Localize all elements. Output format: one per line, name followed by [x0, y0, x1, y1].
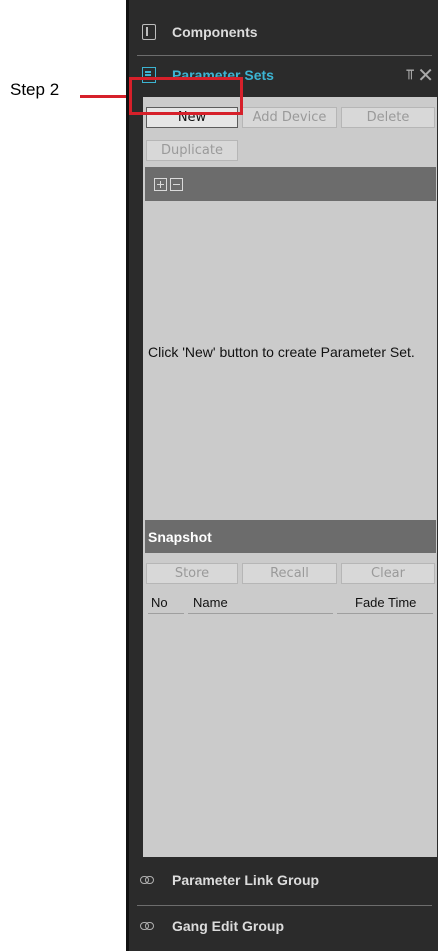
- parameter-sets-content: New Add Device Delete Duplicate Click 'N…: [143, 97, 437, 857]
- close-icon[interactable]: ✕: [417, 63, 434, 88]
- column-no-underline: [148, 613, 184, 614]
- column-no[interactable]: No: [151, 595, 168, 610]
- add-device-button[interactable]: Add Device: [242, 107, 337, 128]
- components-header[interactable]: Components: [129, 11, 438, 53]
- gang-edit-group-header[interactable]: Gang Edit Group: [129, 905, 438, 947]
- components-label: Components: [172, 24, 258, 40]
- parameter-link-group-header[interactable]: Parameter Link Group: [129, 859, 438, 901]
- empty-state-hint: Click 'New' button to create Parameter S…: [148, 344, 415, 360]
- store-button[interactable]: Store: [146, 563, 238, 584]
- step-2-label: Step 2: [10, 80, 60, 99]
- clear-button[interactable]: Clear: [341, 563, 435, 584]
- components-icon: [142, 24, 156, 40]
- expand-all-icon[interactable]: [154, 178, 167, 191]
- page: Step 2 Components Parameter Sets ⫪ ✕ New…: [0, 0, 438, 951]
- parameter-link-group-label: Parameter Link Group: [172, 872, 320, 888]
- link-icon: [140, 876, 154, 884]
- column-fade-time[interactable]: Fade Time: [355, 595, 416, 610]
- gang-edit-group-label: Gang Edit Group: [172, 918, 284, 934]
- column-fade-time-underline: [337, 613, 433, 614]
- step-2-pointer-line: [80, 95, 129, 98]
- duplicate-button[interactable]: Duplicate: [146, 140, 238, 161]
- snapshot-header: Snapshot: [145, 520, 436, 553]
- delete-button[interactable]: Delete: [341, 107, 435, 128]
- column-name[interactable]: Name: [193, 595, 228, 610]
- collapse-all-icon[interactable]: [170, 178, 183, 191]
- side-panel: Components Parameter Sets ⫪ ✕ New Add De…: [126, 0, 438, 951]
- recall-button[interactable]: Recall: [242, 563, 337, 584]
- step-2-highlight-box: [129, 77, 243, 115]
- tree-toolbar: [145, 167, 436, 201]
- link-icon: [140, 922, 154, 930]
- column-name-underline: [188, 613, 333, 614]
- pin-icon[interactable]: ⫪: [406, 66, 414, 83]
